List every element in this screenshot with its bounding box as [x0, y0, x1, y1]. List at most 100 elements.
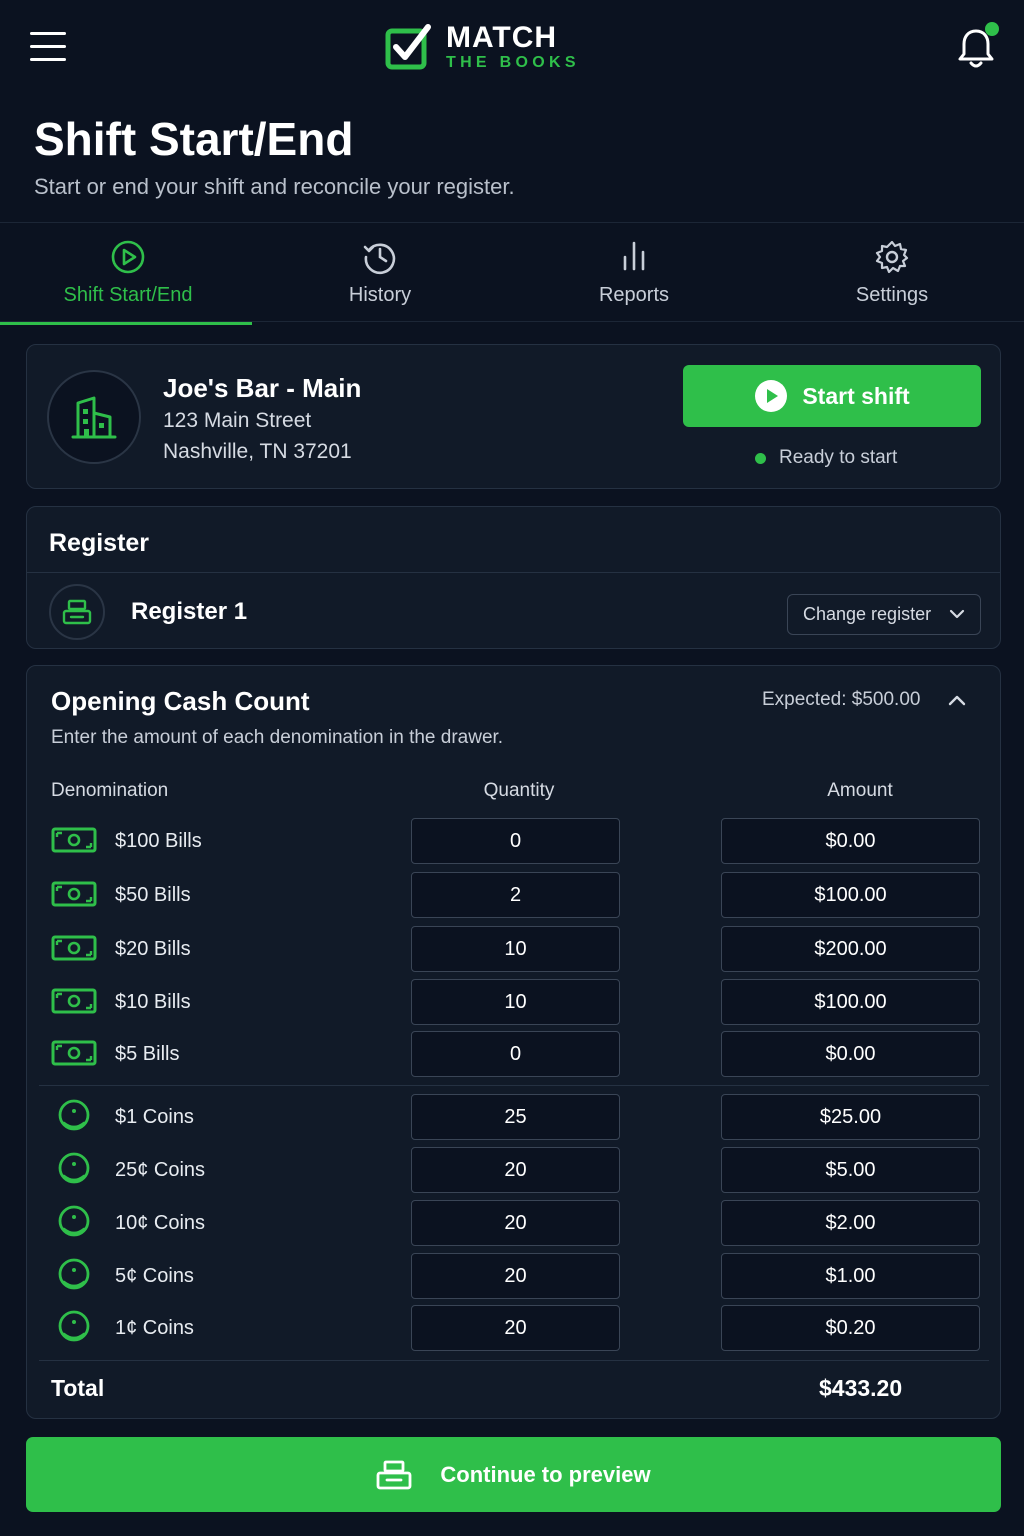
coin-icon: [57, 1152, 91, 1191]
page-title: Shift Start/End: [34, 113, 354, 165]
app-logo[interactable]: MATCH THE BOOKS: [384, 22, 580, 72]
denomination-label: $5 Bills: [115, 1043, 180, 1065]
bill-icon: [51, 1039, 97, 1072]
denomination-row: $10 Bills 10 $100.00: [27, 979, 1000, 1025]
denomination-label: 1¢ Coins: [115, 1317, 194, 1339]
amount-field: $200.00: [721, 926, 980, 972]
amount-field: $100.00: [721, 872, 980, 918]
denomination-label: 10¢ Coins: [115, 1212, 206, 1234]
column-header-denomination: Denomination: [51, 780, 169, 801]
register-name: Register 1: [131, 598, 248, 625]
logo-subtitle: THE BOOKS: [446, 54, 580, 71]
tab-label: History: [348, 284, 412, 306]
tab-shift-start-end[interactable]: Shift Start/End: [0, 223, 256, 325]
tab-bar: Shift Start/End History Reports Settings: [0, 222, 1024, 325]
cash-register-icon: [49, 584, 105, 640]
quantity-input[interactable]: 20: [411, 1253, 620, 1299]
checkbox-logo-icon: [385, 24, 431, 70]
denomination-label: 5¢ Coins: [115, 1265, 194, 1287]
amount-field: $0.00: [721, 1031, 980, 1077]
location-address: 123 Main Street: [163, 409, 312, 432]
change-register-dropdown[interactable]: Change register: [787, 594, 981, 635]
cash-count-title: Opening Cash Count: [51, 686, 310, 716]
tab-settings[interactable]: Settings: [764, 223, 1020, 323]
top-bar: MATCH THE BOOKS: [0, 0, 1024, 100]
quantity-input[interactable]: 10: [411, 979, 620, 1025]
shift-status: Ready to start: [755, 447, 897, 469]
denomination-label: $100 Bills: [115, 830, 202, 852]
amount-field: $2.00: [721, 1200, 980, 1246]
amount-field: $25.00: [721, 1094, 980, 1140]
status-text: Ready to start: [779, 447, 898, 468]
change-register-label: Change register: [803, 604, 932, 624]
expected-amount: Expected: $500.00: [762, 689, 921, 710]
location-card: Joe's Bar - Main 123 Main Street Nashvil…: [26, 344, 1001, 489]
denomination-row: $100 Bills 0 $0.00: [27, 818, 1000, 864]
opening-cash-count-card: Opening Cash Count Enter the amount of e…: [26, 665, 1001, 1419]
tab-label: Reports: [598, 284, 670, 306]
gear-icon: [875, 240, 909, 274]
amount-field: $0.00: [721, 818, 980, 864]
tab-reports[interactable]: Reports: [506, 223, 762, 323]
chevron-up-icon[interactable]: [945, 688, 969, 712]
tab-label: Settings: [855, 284, 929, 306]
column-header-quantity: Quantity: [483, 780, 555, 801]
coin-icon: [57, 1310, 91, 1349]
tab-history[interactable]: History: [252, 223, 508, 323]
denomination-row: $5 Bills 0 $0.00: [27, 1031, 1000, 1077]
divider: [27, 572, 1000, 573]
logo-title: MATCH: [446, 21, 558, 54]
denomination-row: 1¢ Coins 20 $0.20: [27, 1305, 1000, 1351]
denomination-row: 5¢ Coins 20 $1.00: [27, 1253, 1000, 1299]
total-label: Total: [51, 1375, 105, 1401]
denomination-row: $20 Bills 10 $200.00: [27, 926, 1000, 972]
coin-icon: [57, 1099, 91, 1138]
tab-label: Shift Start/End: [63, 284, 193, 306]
location-name: Joe's Bar - Main: [163, 373, 362, 403]
denomination-row: $50 Bills 2 $100.00: [27, 872, 1000, 918]
quantity-input[interactable]: 20: [411, 1200, 620, 1246]
bill-icon: [51, 880, 97, 913]
hamburger-menu-icon[interactable]: [30, 32, 66, 64]
quantity-input[interactable]: 20: [411, 1147, 620, 1193]
cash-register-icon: [376, 1460, 412, 1489]
continue-to-preview-button[interactable]: Continue to preview: [26, 1437, 1001, 1512]
notification-dot: [985, 22, 999, 36]
amount-field: $0.20: [721, 1305, 980, 1351]
denomination-label: $1 Coins: [115, 1106, 194, 1128]
quantity-input[interactable]: 20: [411, 1305, 620, 1351]
bills-coins-divider: [39, 1085, 989, 1086]
register-heading: Register: [49, 529, 150, 557]
building-icon: [47, 370, 141, 464]
amount-field: $100.00: [721, 979, 980, 1025]
coin-icon: [57, 1258, 91, 1297]
start-shift-button[interactable]: Start shift: [683, 365, 981, 427]
denomination-row: 10¢ Coins 20 $2.00: [27, 1200, 1000, 1246]
denomination-label: $50 Bills: [115, 884, 191, 906]
bell-icon[interactable]: [956, 22, 999, 70]
total-value: $433.20: [819, 1375, 903, 1401]
denomination-label: $10 Bills: [115, 991, 191, 1013]
bill-icon: [51, 826, 97, 859]
register-card: Register Register 1 Change register: [26, 506, 1001, 649]
denomination-row: $1 Coins 25 $25.00: [27, 1094, 1000, 1140]
quantity-input[interactable]: 0: [411, 818, 620, 864]
coin-icon: [57, 1205, 91, 1244]
chevron-down-icon: [949, 609, 965, 619]
quantity-input[interactable]: 10: [411, 926, 620, 972]
quantity-input[interactable]: 0: [411, 1031, 620, 1077]
location-city: Nashville, TN 37201: [163, 440, 352, 463]
quantity-input[interactable]: 2: [411, 872, 620, 918]
denomination-label: 25¢ Coins: [115, 1159, 206, 1181]
column-header-amount: Amount: [827, 780, 893, 801]
continue-label: Continue to preview: [440, 1461, 651, 1487]
play-icon: [755, 380, 788, 412]
denomination-row: 25¢ Coins 20 $5.00: [27, 1147, 1000, 1193]
cash-count-subtitle: Enter the amount of each denomination in…: [51, 727, 504, 748]
play-circle-icon: [111, 240, 145, 274]
denomination-label: $20 Bills: [115, 938, 191, 960]
bill-icon: [51, 934, 97, 967]
history-icon: [363, 243, 396, 275]
amount-field: $5.00: [721, 1147, 980, 1193]
quantity-input[interactable]: 25: [411, 1094, 620, 1140]
